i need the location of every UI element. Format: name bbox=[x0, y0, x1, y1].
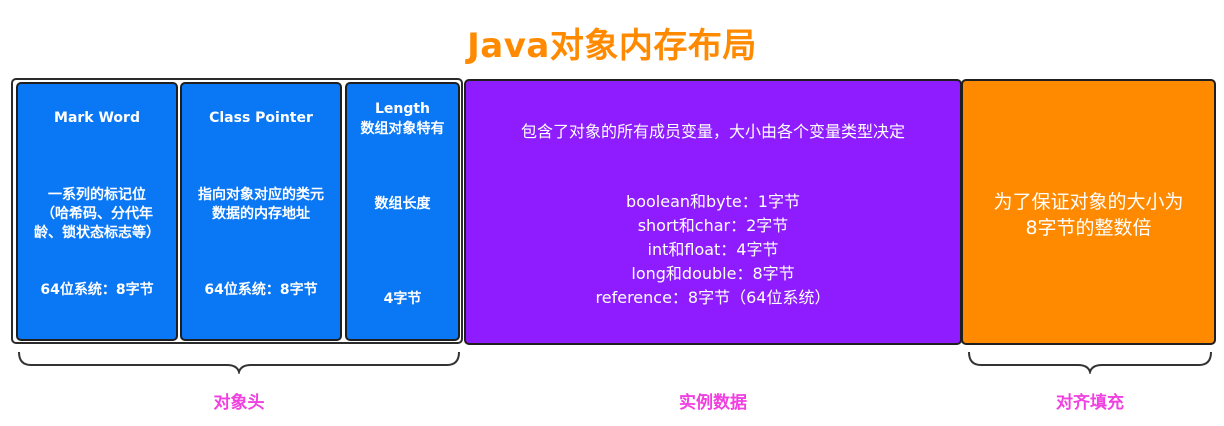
padding-desc-line-1: 为了保证对象的大小为 bbox=[993, 191, 1184, 213]
padding-desc-line-2: 8字节的整数倍 bbox=[1025, 217, 1152, 239]
padding-block: 为了保证对象的大小为 8字节的整数倍 bbox=[961, 79, 1216, 345]
instance-data-item: boolean和byte：1字节 bbox=[626, 192, 800, 211]
length-desc: 数组长度 bbox=[374, 196, 431, 212]
length-title: Length bbox=[374, 101, 431, 117]
padding-desc: 为了保证对象的大小为 8字节的整数倍 bbox=[963, 189, 1214, 241]
class-pointer-desc-line-1: 指向对象对应的类元 bbox=[198, 187, 324, 203]
length-note: 数组对象特有 bbox=[360, 121, 445, 137]
mark-word-title: Mark Word bbox=[54, 110, 140, 126]
instance-data-intro: 包含了对象的所有成员变量，大小由各个变量类型决定 bbox=[520, 122, 905, 141]
mark-word-desc-line-2: （哈希码、分代年 bbox=[41, 206, 153, 222]
instance-data-block: 包含了对象的所有成员变量，大小由各个变量类型决定 boolean和byte：1字… bbox=[464, 79, 962, 345]
length-block: Length 数组对象特有 数组长度 4字节 bbox=[345, 82, 460, 341]
instance-data-item: long和double：8字节 bbox=[631, 264, 795, 283]
padding-label: 对齐填充 bbox=[1056, 393, 1124, 413]
instance-data-item: short和char：2字节 bbox=[637, 216, 789, 235]
class-pointer-size: 64位系统：8字节 bbox=[204, 282, 318, 298]
class-pointer-title: Class Pointer bbox=[209, 110, 313, 126]
length-size: 4字节 bbox=[383, 291, 422, 307]
mark-word-desc-line-1: 一系列的标记位 bbox=[48, 187, 146, 203]
mark-word-desc-line-3: 龄、锁状态标志等） bbox=[34, 225, 160, 241]
brace-lines bbox=[18, 351, 1212, 374]
instance-data-label: 实例数据 bbox=[679, 393, 747, 413]
page-title: Java对象内存布局 bbox=[467, 26, 757, 66]
mark-word-size: 64位系统：8字节 bbox=[40, 282, 154, 298]
instance-data-item: reference：8字节（64位系统） bbox=[595, 288, 831, 307]
mark-word-block: Mark Word 一系列的标记位 （哈希码、分代年 龄、锁状态标志等） 64位… bbox=[16, 82, 178, 341]
class-pointer-block: Class Pointer 指向对象对应的类元 数据的内存地址 64位系统：8字… bbox=[180, 82, 342, 341]
instance-data-list: boolean和byte：1字节 short和char：2字节 int和floa… bbox=[466, 190, 960, 310]
padding-brace bbox=[968, 351, 1212, 374]
object-header-brace bbox=[18, 351, 460, 374]
class-pointer-desc-line-2: 数据的内存地址 bbox=[212, 206, 310, 222]
instance-data-item: int和float：4字节 bbox=[647, 240, 779, 259]
object-header-label: 对象头 bbox=[213, 393, 265, 413]
